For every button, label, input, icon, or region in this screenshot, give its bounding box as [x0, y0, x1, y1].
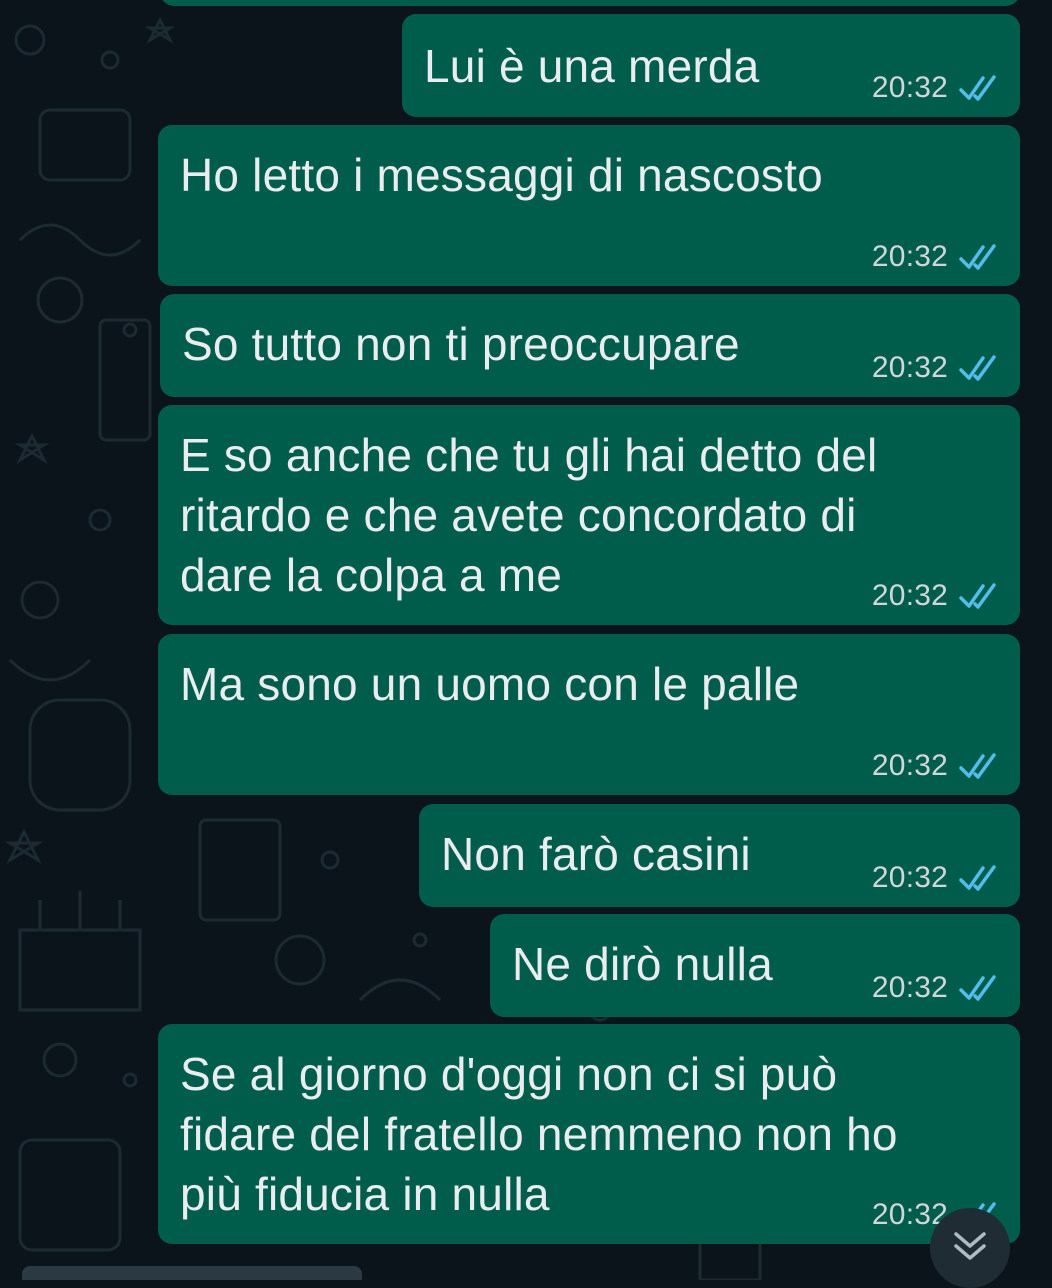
message-meta: 20:32 [872, 73, 1000, 103]
message-bubble[interactable]: E so anche che tu gli hai detto del rita… [158, 405, 1020, 625]
input-bar-edge [22, 1266, 362, 1280]
message-bubble[interactable]: So tutto non ti preoccupare 20:32 [160, 294, 1020, 397]
double-chevron-down-icon [954, 1232, 986, 1260]
double-check-icon [959, 75, 996, 101]
message-time: 20:32 [871, 71, 948, 104]
message-time: 20:32 [871, 240, 948, 273]
message-time: 20:32 [871, 749, 948, 782]
double-check-icon [959, 244, 996, 270]
message-bubble[interactable]: Ne dirò nulla 20:32 [490, 914, 1020, 1017]
message-meta: 20:32 [872, 863, 1000, 893]
double-check-icon [959, 753, 996, 779]
message-time: 20:32 [871, 861, 948, 894]
double-check-icon [959, 583, 996, 609]
message-meta: 20:32 [872, 353, 1000, 383]
double-check-icon [959, 975, 996, 1001]
message-time: 20:32 [871, 579, 948, 612]
message-bubble[interactable]: Ho letto i messaggi di nascosto 20:32 [158, 125, 1020, 286]
previous-message-bubble-edge [160, 0, 1020, 6]
message-bubble[interactable]: Se al giorno d'oggi non ci si può fidare… [158, 1024, 1020, 1244]
message-meta: 20:32 [872, 973, 1000, 1003]
message-time: 20:32 [871, 351, 948, 384]
message-text: Ho letto i messaggi di nascosto [180, 149, 823, 201]
message-meta: 20:32 [872, 751, 1000, 781]
message-time: 20:32 [871, 971, 948, 1004]
message-text: E so anche che tu gli hai detto del rita… [180, 429, 878, 601]
double-check-icon [959, 355, 996, 381]
message-bubble[interactable]: Ma sono un uomo con le palle 20:32 [158, 634, 1020, 795]
message-meta: 20:32 [872, 581, 1000, 611]
message-bubble[interactable]: Lui è una merda 20:32 [402, 14, 1020, 117]
message-text: Ma sono un uomo con le palle [180, 658, 800, 710]
message-text: Se al giorno d'oggi non ci si può fidare… [180, 1048, 898, 1220]
scroll-to-bottom-button[interactable] [930, 1208, 1010, 1288]
message-meta: 20:32 [872, 242, 1000, 272]
double-check-icon [959, 865, 996, 891]
message-bubble[interactable]: Non farò casini 20:32 [419, 804, 1020, 907]
